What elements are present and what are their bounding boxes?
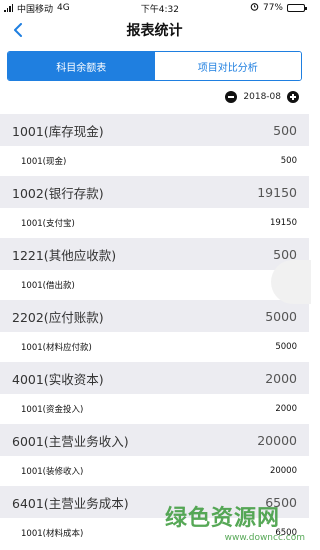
- account-item-name: 1001(材料成本): [21, 529, 84, 539]
- previous-period-button[interactable]: [225, 91, 238, 103]
- period-selector: 2018-08: [225, 88, 299, 106]
- scroll-handle[interactable]: [271, 260, 311, 304]
- account-group-amount: 500: [273, 122, 297, 138]
- account-group-name: 2202(应付账款): [12, 309, 104, 325]
- battery-icon: [286, 4, 307, 12]
- account-group-row[interactable]: 1221(其他应收款) 500: [0, 238, 309, 270]
- account-item-amount: 19150: [269, 218, 297, 228]
- account-item-amount: 500: [280, 156, 297, 166]
- account-group-name: 4001(实收资本): [12, 371, 104, 387]
- status-bar: 中国移动 4G 下午4:32 77%: [0, 0, 309, 16]
- watermark-url: www.downcc.com: [224, 533, 305, 543]
- account-item-row[interactable]: 1001(支付宝) 19150: [0, 208, 309, 238]
- account-item-name: 1001(支付宝): [21, 219, 75, 229]
- account-group-amount: 5000: [265, 308, 297, 324]
- chevron-left-icon: [14, 23, 22, 37]
- nav-bar: 报表统计: [0, 16, 309, 44]
- account-item-row[interactable]: 1001(装修收入) 20000: [0, 456, 309, 486]
- tab-balance-sheet[interactable]: 科目余额表: [8, 52, 155, 80]
- account-item-amount: 20000: [269, 466, 297, 476]
- account-group-amount: 2000: [265, 370, 297, 386]
- account-item-amount: 5000: [275, 342, 297, 352]
- account-group-row[interactable]: 1001(库存现金) 500: [0, 114, 309, 146]
- account-item-amount: 2000: [275, 404, 297, 414]
- account-item-name: 1001(借出款): [21, 281, 75, 291]
- account-group-row[interactable]: 6001(主营业务收入) 20000: [0, 424, 309, 456]
- tab-project-comparison[interactable]: 项目对比分析: [154, 52, 301, 80]
- account-item-name: 1001(资金投入): [21, 405, 84, 415]
- account-group-amount: 20000: [257, 432, 297, 448]
- account-item-row[interactable]: 1001(材料应付款) 5000: [0, 332, 309, 362]
- account-list: 1001(库存现金) 500 1001(现金) 500 1002(银行存款) 19150 1…: [0, 114, 309, 548]
- alarm-icon: [250, 2, 259, 14]
- watermark-logo: 绿色资源网 www.downcc.com: [165, 500, 305, 544]
- account-group-row[interactable]: 2202(应付账款) 5000: [0, 300, 309, 332]
- account-item-name: 1001(材料应付款): [21, 343, 92, 353]
- report-tabs: 科目余额表 项目对比分析: [7, 51, 302, 81]
- watermark-title: 绿色资源网: [165, 506, 281, 531]
- account-item-name: 1001(装修收入): [21, 467, 84, 477]
- account-group-row[interactable]: 4001(实收资本) 2000: [0, 362, 309, 394]
- account-group-name: 1001(库存现金): [12, 123, 104, 139]
- status-left: 中国移动 4G: [4, 2, 70, 15]
- next-period-button[interactable]: [287, 91, 299, 103]
- network-label: 4G: [57, 3, 70, 13]
- account-group-row[interactable]: 1002(银行存款) 19150: [0, 176, 309, 208]
- account-item-row[interactable]: 1001(资金投入) 2000: [0, 394, 309, 424]
- back-button[interactable]: [8, 20, 28, 40]
- account-group-name: 6001(主营业务收入): [12, 433, 129, 449]
- page-title: 报表统计: [126, 23, 183, 39]
- signal-icon: [4, 4, 13, 12]
- account-group-name: 1221(其他应收款): [12, 247, 117, 263]
- status-right: 77%: [250, 2, 307, 14]
- account-item-name: 1001(现金): [21, 157, 67, 167]
- clock: 下午4:32: [140, 4, 179, 15]
- account-group-name: 6401(主营业务成本): [12, 495, 129, 511]
- account-item-row[interactable]: 1001(现金) 500: [0, 146, 309, 176]
- period-label: 2018-08: [243, 92, 281, 102]
- account-item-row[interactable]: 1001(借出款)500: [0, 270, 309, 300]
- carrier-label: 中国移动: [17, 4, 54, 15]
- account-group-amount: 19150: [257, 184, 297, 200]
- account-group-name: 1002(银行存款): [12, 185, 104, 201]
- battery-percent: 77%: [262, 3, 283, 13]
